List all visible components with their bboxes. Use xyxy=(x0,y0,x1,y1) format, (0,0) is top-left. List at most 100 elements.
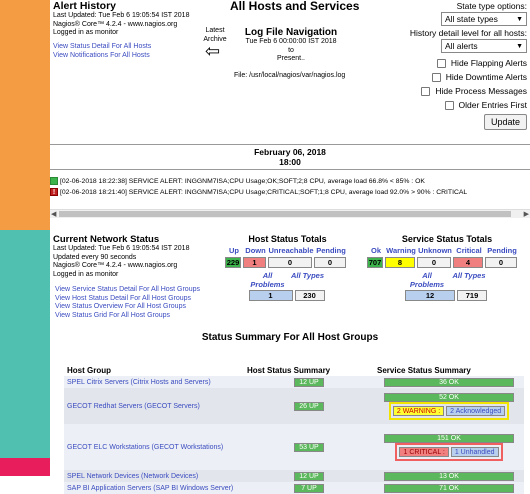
log-file-navigation: Log File Navigation Tue Feb 6 00:00:00 I… xyxy=(232,27,350,64)
host-all-problems-count[interactable]: 1 xyxy=(248,290,293,301)
scrollbar-thumb[interactable] xyxy=(59,211,511,217)
hide-downtime-checkbox[interactable] xyxy=(431,73,441,83)
ns-version: Nagios® Core™ 4.2.4 - www.nagios.org xyxy=(53,262,178,269)
service-critical-label[interactable]: Critical xyxy=(453,246,485,255)
unhandled-badge[interactable]: 1 Unhandled xyxy=(450,446,499,457)
hide-flapping-checkbox[interactable] xyxy=(436,59,446,69)
host-up-badge[interactable]: 7 UP xyxy=(294,483,324,493)
service-pending-count[interactable]: 0 xyxy=(485,257,517,268)
log-date: February 06, 2018 xyxy=(254,147,326,157)
log-entry-text: [02-06-2018 18:22:38] SERVICE ALERT: ING… xyxy=(60,177,425,185)
service-ok-label[interactable]: Ok xyxy=(367,246,385,255)
link-service-status-detail[interactable]: View Service Status Detail For All Host … xyxy=(55,286,200,293)
service-all-problems-count[interactable]: 12 xyxy=(405,290,455,301)
host-all-problems-label[interactable]: All Problems xyxy=(248,271,288,289)
header-service-status: Service Status Summary xyxy=(377,366,471,375)
last-updated: Last Updated: Tue Feb 6 19:05:54 IST 201… xyxy=(53,12,190,19)
scroll-left-icon[interactable]: ◀ xyxy=(51,210,56,218)
archive-left-arrow-icon[interactable]: ⇦ xyxy=(205,42,220,60)
service-ok-badge[interactable]: 13 OK xyxy=(384,471,514,481)
log-time: 18:00 xyxy=(279,157,301,167)
history-options: State type options: All state types ▼ Hi… xyxy=(362,1,527,130)
network-status-info: Current Network Status Last Updated: Tue… xyxy=(53,234,189,279)
table-row: GECOT ELC Workstations (GECOT Workstatio… xyxy=(64,424,524,470)
host-group-summary-table: Host Group Host Status Summary Service S… xyxy=(64,365,524,494)
service-totals-title: Service Status Totals xyxy=(401,234,493,244)
host-group-link[interactable]: GECOT ELC Workstations (GECOT Workstatio… xyxy=(67,444,223,451)
log-entry: [02-06-2018 18:22:38] SERVICE ALERT: ING… xyxy=(50,177,425,185)
service-unknown-label[interactable]: Unknown xyxy=(417,246,453,255)
service-ok-badge[interactable]: 71 OK xyxy=(384,483,514,493)
service-pending-label[interactable]: Pending xyxy=(485,246,519,255)
acknowledged-badge[interactable]: 2 Acknowledged xyxy=(446,405,506,416)
alert-history-links: View Status Detail For All Hosts View No… xyxy=(53,43,151,60)
service-status-totals: Service Status Totals Ok Warning Unknown… xyxy=(367,234,527,301)
service-all-problems-label[interactable]: All Problems xyxy=(405,271,449,289)
update-button[interactable]: Update xyxy=(483,114,527,130)
service-all-types-count[interactable]: 719 xyxy=(457,290,487,301)
host-up-badge[interactable]: 26 UP xyxy=(294,401,324,411)
service-ok-badge[interactable]: 151 OK xyxy=(384,433,514,443)
hide-process-row[interactable]: Hide Process Messages xyxy=(362,84,527,98)
ns-last-updated: Last Updated: Tue Feb 6 19:05:54 IST 201… xyxy=(53,245,190,252)
older-first-row[interactable]: Older Entries First xyxy=(362,98,527,112)
host-unreachable-count[interactable]: 0 xyxy=(268,257,312,268)
state-type-select[interactable]: All state types ▼ xyxy=(441,12,527,26)
link-status-grid[interactable]: View Status Grid For All Host Groups xyxy=(55,312,170,319)
host-totals-values: 229 1 0 0 xyxy=(225,257,350,268)
warning-badge[interactable]: 2 WARNING : xyxy=(392,405,445,416)
older-first-label: Older Entries First xyxy=(458,100,528,110)
service-ok-badge[interactable]: 36 OK xyxy=(384,377,514,387)
host-group-link[interactable]: SPEL Network Devices (Network Devices) xyxy=(67,473,198,480)
host-up-badge[interactable]: 12 UP xyxy=(294,377,324,387)
host-group-link[interactable]: GECOT Redhat Servers (GECOT Servers) xyxy=(67,403,200,410)
hide-downtime-row[interactable]: Hide Downtime Alerts xyxy=(362,70,527,84)
alert-history-info: Alert History Last Updated: Tue Feb 6 19… xyxy=(53,0,189,38)
link-host-status-detail[interactable]: View Host Status Detail For All Host Gro… xyxy=(55,295,191,302)
host-up-badge[interactable]: 12 UP xyxy=(294,471,324,481)
service-warning-label[interactable]: Warning xyxy=(385,246,417,255)
service-unknown-count[interactable]: 0 xyxy=(417,257,451,268)
log-entry: ! [02-06-2018 18:21:40] SERVICE ALERT: IN… xyxy=(50,188,467,196)
service-all-types-label[interactable]: All Types xyxy=(449,271,489,289)
host-all-types-label[interactable]: All Types xyxy=(288,271,328,289)
left-panel-orange xyxy=(0,0,50,230)
left-panel-teal xyxy=(0,230,50,458)
detail-level-value: All alerts xyxy=(445,41,478,51)
link-notifications-all-hosts[interactable]: View Notifications For All Hosts xyxy=(53,52,150,59)
host-down-label[interactable]: Down xyxy=(243,246,268,255)
service-critical-count[interactable]: 4 xyxy=(453,257,483,268)
older-first-checkbox[interactable] xyxy=(444,101,454,111)
header-host-status: Host Status Summary xyxy=(247,366,331,375)
critical-badge[interactable]: 1 CRITICAL : xyxy=(399,446,449,457)
host-up-count[interactable]: 229 xyxy=(225,257,241,268)
state-type-label: State type options: xyxy=(456,1,527,11)
table-header-row: Host Group Host Status Summary Service S… xyxy=(64,365,524,376)
host-down-count[interactable]: 1 xyxy=(243,257,266,268)
host-group-link[interactable]: SAP BI Application Servers (SAP BI Windo… xyxy=(67,485,233,492)
host-pending-label[interactable]: Pending xyxy=(314,246,348,255)
scroll-right-icon[interactable]: ▶ xyxy=(524,210,529,218)
hide-process-checkbox[interactable] xyxy=(421,87,431,97)
chevron-down-icon: ▼ xyxy=(516,43,523,50)
log-nav-title: Log File Navigation xyxy=(244,27,338,38)
host-group-link[interactable]: SPEL Citrix Servers (Citrix Hosts and Se… xyxy=(67,379,211,386)
link-status-overview[interactable]: View Status Overview For All Host Groups xyxy=(55,303,186,310)
service-warning-count[interactable]: 8 xyxy=(385,257,415,268)
host-all-types-count[interactable]: 230 xyxy=(294,290,325,301)
link-status-detail-all-hosts[interactable]: View Status Detail For All Hosts xyxy=(53,43,151,50)
service-ok-count[interactable]: 707 xyxy=(367,257,383,268)
network-status-frame: Current Network Status Last Updated: Tue… xyxy=(50,231,530,494)
host-problem-labels: All Problems All Types xyxy=(225,271,350,289)
host-unreachable-label[interactable]: Unreachable xyxy=(268,246,314,255)
service-ok-badge[interactable]: 52 OK xyxy=(384,392,514,402)
host-up-badge[interactable]: 53 UP xyxy=(294,442,324,452)
table-row: GECOT Redhat Servers (GECOT Servers) 26 … xyxy=(64,388,524,424)
ok-status-icon xyxy=(50,177,58,185)
hide-flapping-row[interactable]: Hide Flapping Alerts xyxy=(362,56,527,70)
horizontal-scrollbar[interactable]: ◀ ▶ xyxy=(50,209,530,218)
detail-level-select[interactable]: All alerts ▼ xyxy=(441,39,527,53)
host-up-label[interactable]: Up xyxy=(225,246,243,255)
status-summary-title: Status Summary For All Host Groups xyxy=(201,332,379,343)
host-pending-count[interactable]: 0 xyxy=(314,257,346,268)
